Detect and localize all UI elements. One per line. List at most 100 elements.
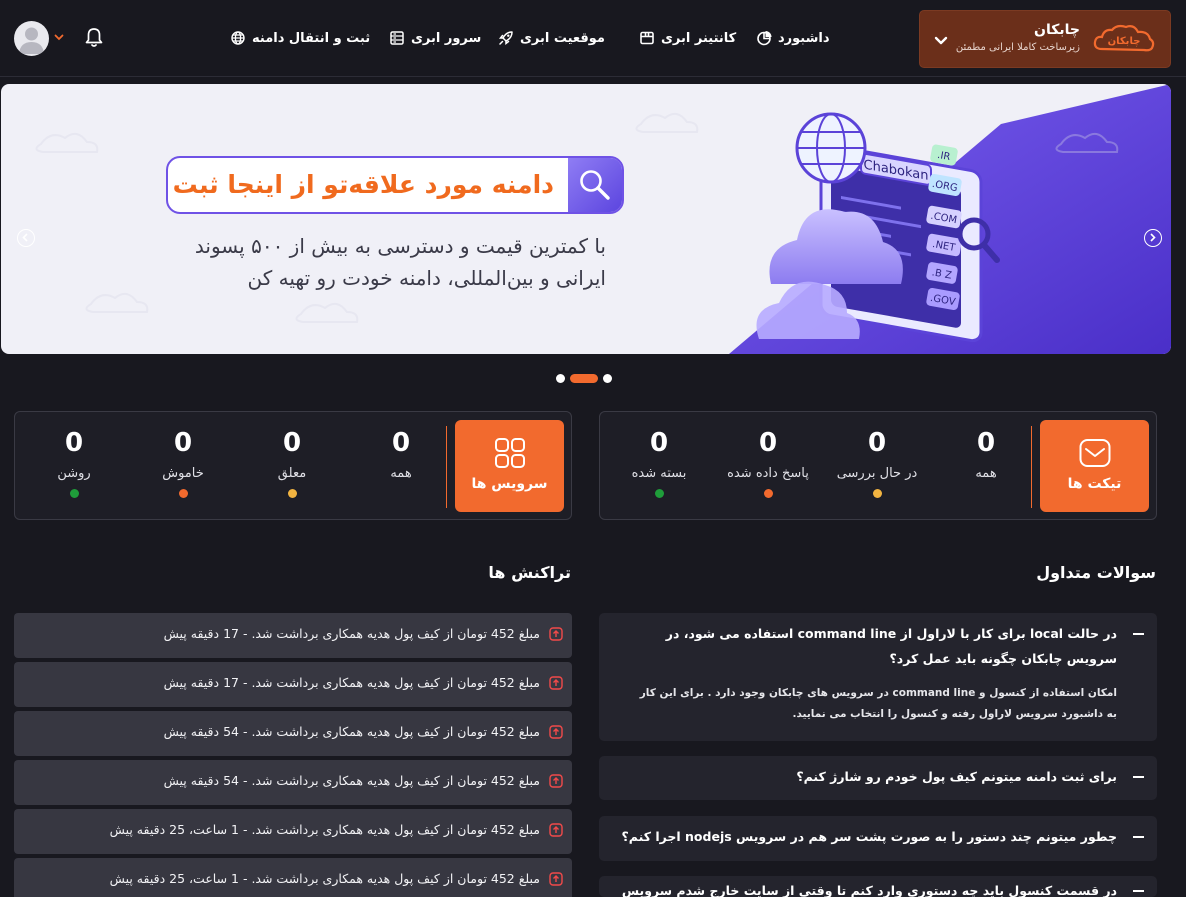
tickets-stat-all[interactable]: 0 همه [936,428,1036,481]
stat-label: بسته شده [631,466,687,481]
promo-banner[interactable]: Chabokan .IR .ORG .COM .NET .B Z .GOV دا… [1,84,1171,354]
stat-value: 0 [391,428,411,458]
faq-question: در حالت local برای کار با لاراول از comm… [665,626,1117,666]
brand-logo-text: چابکان [1108,36,1141,47]
banner-illustration: Chabokan .IR .ORG .COM .NET .B Z .GOV [35,84,1171,354]
banner-subtitle-line1: با کمترین قیمت و دسترسی به بیش از ۵۰۰ پس… [194,234,606,258]
tickets-card: تیکت ها 0 همه 0 در حال بررسی 0 پاسخ داده… [599,411,1157,520]
bell-icon[interactable] [84,26,104,48]
stat-value: 0 [976,428,996,458]
nav-location[interactable]: موقعیت ابری [498,26,605,50]
faq-answer: امکان استفاده از کنسول و command line در… [639,687,1117,720]
transaction-row[interactable]: مبلغ 452 تومان از کیف پول هدیه همکاری بر… [14,760,572,805]
stat-value: 0 [64,428,84,458]
faq-title: سوالات متداول [1036,563,1156,582]
nav-location-label: موقعیت ابری [520,30,605,46]
slider-prev-button[interactable] [17,229,35,247]
arrow-up-icon [549,627,563,641]
brand-name: چابکان [1034,22,1080,38]
chevron-right-icon [1150,233,1156,242]
nav-container-label: کانتینر ابری [661,30,737,46]
rocket-icon [498,31,513,46]
transaction-text: مبلغ 452 تومان از کیف پول هدیه همکاری بر… [109,871,540,886]
banner-subtitle-line2: ایرانی و بین‌المللی، دامنه خودت رو تهیه … [247,266,606,290]
minus-icon[interactable] [1133,776,1144,778]
status-dot [872,489,882,498]
globe-icon [231,31,245,45]
services-stat-all[interactable]: 0 همه [351,428,451,481]
stat-label: خاموش [162,466,204,481]
slider-next-button[interactable] [1144,229,1162,247]
transaction-row[interactable]: مبلغ 452 تومان از کیف پول هدیه همکاری بر… [14,809,572,854]
arrow-up-icon [549,823,563,837]
slider-dot-2[interactable] [570,374,598,383]
chevron-down-icon[interactable] [932,31,950,49]
mail-icon [1079,439,1111,467]
transaction-text: مبلغ 452 تومان از کیف پول هدیه همکاری بر… [163,724,540,739]
stat-value: 0 [758,428,778,458]
minus-icon[interactable] [1133,890,1144,892]
avatar[interactable] [14,21,49,56]
services-button[interactable]: سرویس ها [455,420,564,512]
transaction-text: مبلغ 452 تومان از کیف پول هدیه همکاری بر… [163,773,540,788]
faq-item[interactable]: در قسمت کنسول باید چه دستوری وارد کنم تا… [599,876,1157,897]
nav-server-label: سرور ابری [411,30,482,46]
faq-item[interactable]: چطور میتونم چند دستور را به صورت پشت سر … [599,816,1157,861]
services-stat-off[interactable]: 0 خاموش [133,428,233,498]
stat-label: همه [975,466,997,481]
transaction-row[interactable]: مبلغ 452 تومان از کیف پول هدیه همکاری بر… [14,662,572,707]
chevron-left-icon [22,233,28,242]
minus-icon[interactable] [1133,633,1144,635]
arrow-up-icon [549,676,563,690]
stat-value: 0 [173,428,193,458]
top-header: چابکان چابکان زیرساخت کاملا ایرانی مطمئن… [0,0,1186,77]
faq-item[interactable]: در حالت local برای کار با لاراول از comm… [599,613,1157,741]
brand-logo-icon: چابکان [1093,24,1155,52]
tickets-stat-answered[interactable]: 0 پاسخ داده شده [718,428,818,498]
nav-container[interactable]: کانتینر ابری [639,26,736,50]
faq-question: چطور میتونم چند دستور را به صورت پشت سر … [621,829,1117,844]
arrow-up-icon [549,725,563,739]
caret-down-icon[interactable] [53,31,65,43]
user-icon [19,27,44,54]
nav-domain[interactable]: ثبت و انتقال دامنه [230,26,370,50]
status-dot [178,489,188,498]
transaction-text: مبلغ 452 تومان از کیف پول هدیه همکاری بر… [163,626,540,641]
services-stat-on[interactable]: 0 روشن [24,428,124,498]
grid-icon [495,438,525,468]
status-dot [69,489,79,498]
faq-item[interactable]: برای ثبت دامنه میتونم کیف پول خودم رو شا… [599,756,1157,800]
box-icon [640,31,654,45]
domain-search-button[interactable] [568,158,622,212]
tickets-stat-reviewing[interactable]: 0 در حال بررسی [827,428,927,498]
server-icon [390,31,404,45]
nav-server[interactable]: سرور ابری [389,26,481,50]
transaction-row[interactable]: مبلغ 452 تومان از کیف پول هدیه همکاری بر… [14,711,572,756]
tickets-stat-closed[interactable]: 0 بسته شده [609,428,709,498]
stat-label: پاسخ داده شده [727,466,809,481]
nav-dashboard[interactable]: داشبورد [756,26,830,50]
stat-label: معلق [277,466,307,481]
pie-chart-icon [757,31,772,46]
status-dot [287,489,297,498]
services-card: سرویس ها 0 همه 0 معلق 0 خاموش 0 روشن [14,411,572,520]
transaction-text: مبلغ 452 تومان از کیف پول هدیه همکاری بر… [109,822,540,837]
transactions-title: تراکنش ها [488,563,571,582]
stat-value: 0 [867,428,887,458]
slider-dot-1[interactable] [556,374,565,383]
slider-dot-3[interactable] [603,374,612,383]
transaction-row[interactable]: مبلغ 452 تومان از کیف پول هدیه همکاری بر… [14,613,572,658]
stat-label: در حال بررسی [836,466,918,481]
tickets-button[interactable]: تیکت ها [1040,420,1149,512]
domain-search-box[interactable]: دامنه مورد علاقه‌تو از اینجا ثبت کن [166,156,624,214]
services-stat-suspended[interactable]: 0 معلق [242,428,342,498]
services-label: سرویس ها [471,476,548,492]
stat-value: 0 [649,428,669,458]
brand-tagline: زیرساخت کاملا ایرانی مطمئن [955,42,1080,53]
domain-search-text: دامنه مورد علاقه‌تو از اینجا ثبت کن [166,170,554,199]
tickets-label: تیکت ها [1067,476,1122,492]
minus-icon[interactable] [1133,836,1144,838]
arrow-up-icon [549,872,563,886]
brand-switcher[interactable]: چابکان چابکان زیرساخت کاملا ایرانی مطمئن [919,10,1171,68]
transaction-row[interactable]: مبلغ 452 تومان از کیف پول هدیه همکاری بر… [14,858,572,897]
